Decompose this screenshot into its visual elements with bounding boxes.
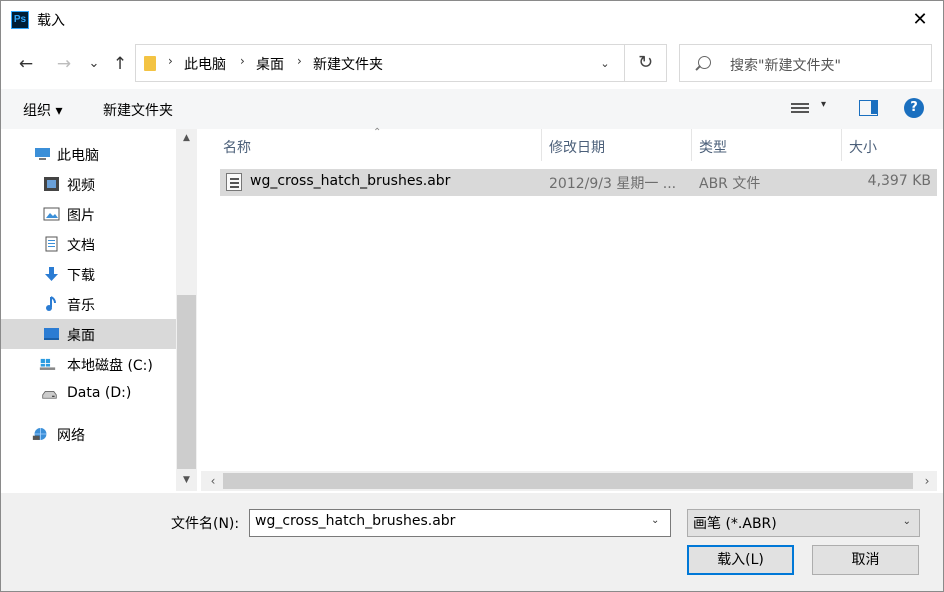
sidebar-item-network[interactable]: 网络 <box>1 419 176 449</box>
cancel-button[interactable]: 取消 <box>812 545 919 575</box>
sidebar-item-music[interactable]: 音乐 <box>1 289 176 319</box>
column-header-size[interactable]: 大小 <box>849 137 877 157</box>
close-button[interactable]: ✕ <box>897 1 943 39</box>
sidebar-item-label: 网络 <box>57 428 85 444</box>
forward-button[interactable]: → <box>51 51 77 77</box>
chevron-down-icon[interactable]: ⌄ <box>651 515 659 526</box>
sidebar-item-videos[interactable]: 视频 <box>1 169 176 199</box>
sidebar-item-local-disk-c[interactable]: 本地磁盘 (C:) <box>1 349 176 379</box>
file-name: wg_cross_hatch_brushes.abr <box>250 173 451 189</box>
windows-drive-icon <box>39 358 56 370</box>
file-row[interactable]: wg_cross_hatch_brushes.abr 2012/9/3 星期一 … <box>220 169 937 196</box>
column-divider[interactable] <box>691 129 692 161</box>
chevron-down-icon: ⌄ <box>902 516 911 527</box>
sidebar-item-label: 图片 <box>67 208 95 224</box>
window-title: 载入 <box>37 13 65 29</box>
organize-menu[interactable]: 组织 ▾ <box>23 100 62 120</box>
filetype-select[interactable]: 画笔 (*.ABR) ⌄ <box>687 509 920 537</box>
load-dialog: Ps 载入 ✕ ← → ⌄ ↑ › 此电脑 › 桌面 › 新建文件夹 ⌄ ↻ 搜… <box>0 0 944 592</box>
new-folder-button[interactable]: 新建文件夹 <box>103 100 173 120</box>
file-date: 2012/9/3 星期一 ... <box>549 176 677 192</box>
filename-label: 文件名(N): <box>171 516 240 532</box>
search-input[interactable]: 搜索"新建文件夹" <box>679 44 932 82</box>
sidebar-item-this-pc[interactable]: 此电脑 <box>1 139 176 169</box>
search-icon <box>698 56 711 69</box>
scrollbar-thumb[interactable] <box>223 473 913 489</box>
sort-ascending-icon: ⌃ <box>373 127 382 138</box>
video-icon <box>44 177 59 191</box>
sidebar-item-label: Data (D:) <box>67 385 132 401</box>
sidebar-item-label: 音乐 <box>67 298 95 314</box>
desktop-icon <box>44 328 59 340</box>
load-button[interactable]: 载入(L) <box>687 545 794 575</box>
network-icon <box>32 428 47 440</box>
column-divider[interactable] <box>541 129 542 161</box>
sidebar-item-desktop[interactable]: 桌面 <box>1 319 176 349</box>
sidebar-item-label: 文档 <box>67 238 95 254</box>
address-bar[interactable]: › 此电脑 › 桌面 › 新建文件夹 ⌄ <box>135 44 667 82</box>
sidebar-item-label: 本地磁盘 (C:) <box>67 358 153 374</box>
breadcrumb-separator[interactable]: › <box>168 54 173 68</box>
picture-icon <box>43 207 60 221</box>
sidebar-item-downloads[interactable]: 下载 <box>1 259 176 289</box>
filetype-value: 画笔 (*.ABR) <box>693 516 777 532</box>
computer-icon <box>35 148 50 160</box>
sidebar-item-label: 下载 <box>67 268 95 284</box>
sidebar-item-label: 桌面 <box>67 328 95 344</box>
column-header-date[interactable]: 修改日期 <box>549 137 605 157</box>
sidebar-item-documents[interactable]: 文档 <box>1 229 176 259</box>
sidebar-item-label: 此电脑 <box>57 148 99 164</box>
sidebar-item-pictures[interactable]: 图片 <box>1 199 176 229</box>
music-icon <box>46 296 56 311</box>
breadcrumb-desktop[interactable]: 桌面 <box>256 54 284 74</box>
breadcrumb-separator[interactable]: › <box>297 54 302 68</box>
scroll-right-icon[interactable]: › <box>917 471 937 491</box>
breadcrumb-separator[interactable]: › <box>240 54 245 68</box>
scroll-up-icon[interactable]: ▲ <box>176 133 197 143</box>
folder-icon <box>144 56 156 71</box>
title-bar: Ps 载入 ✕ <box>1 1 943 39</box>
file-type: ABR 文件 <box>699 176 761 192</box>
filename-field[interactable]: wg_cross_hatch_brushes.abr <box>249 509 671 537</box>
view-options-icon[interactable] <box>791 101 809 116</box>
file-size: 4,397 KB <box>867 173 931 189</box>
up-button[interactable]: ↑ <box>107 51 133 77</box>
scroll-down-icon[interactable]: ▼ <box>176 475 197 485</box>
scroll-left-icon[interactable]: ‹ <box>203 471 223 491</box>
horizontal-scrollbar[interactable]: ‹ › <box>201 471 937 491</box>
column-header-name[interactable]: 名称 <box>223 137 251 157</box>
chevron-down-icon[interactable]: ⌄ <box>594 53 616 75</box>
scrollbar-thumb[interactable] <box>177 295 196 469</box>
back-button[interactable]: ← <box>13 51 39 77</box>
breadcrumb-new-folder[interactable]: 新建文件夹 <box>313 54 383 74</box>
command-bar: 组织 ▾ 新建文件夹 ▾ ? <box>1 89 943 129</box>
refresh-button[interactable]: ↻ <box>624 44 667 82</box>
preview-pane-icon[interactable] <box>859 100 878 116</box>
navigation-bar: ← → ⌄ ↑ › 此电脑 › 桌面 › 新建文件夹 ⌄ ↻ 搜索"新建文件夹" <box>1 41 943 87</box>
document-icon <box>45 236 58 252</box>
column-divider[interactable] <box>841 129 842 161</box>
search-placeholder: 搜索"新建文件夹" <box>730 58 841 74</box>
recent-locations-button[interactable]: ⌄ <box>81 51 107 77</box>
brush-file-icon <box>226 173 242 191</box>
help-icon[interactable]: ? <box>904 98 924 118</box>
column-header-type[interactable]: 类型 <box>699 137 727 157</box>
file-list: ⌃ 名称 修改日期 类型 大小 wg_cross_hatch_brushes.a… <box>201 127 943 491</box>
download-icon <box>45 267 58 281</box>
photoshop-icon: Ps <box>11 11 29 29</box>
sidebar-item-data-d[interactable]: Data (D:) <box>1 379 176 409</box>
dialog-footer: 文件名(N): wg_cross_hatch_brushes.abr ⌄ 画笔 … <box>1 493 943 591</box>
navigation-scrollbar[interactable]: ▲ ▼ <box>176 129 197 491</box>
drive-icon <box>42 391 57 399</box>
navigation-pane: 此电脑 视频 图片 文档 下载 音乐 桌面 本地磁盘 (C:) Data (D:… <box>1 129 197 491</box>
sidebar-item-label: 视频 <box>67 178 95 194</box>
breadcrumb-this-pc[interactable]: 此电脑 <box>184 54 226 74</box>
chevron-down-icon[interactable]: ▾ <box>821 99 826 110</box>
